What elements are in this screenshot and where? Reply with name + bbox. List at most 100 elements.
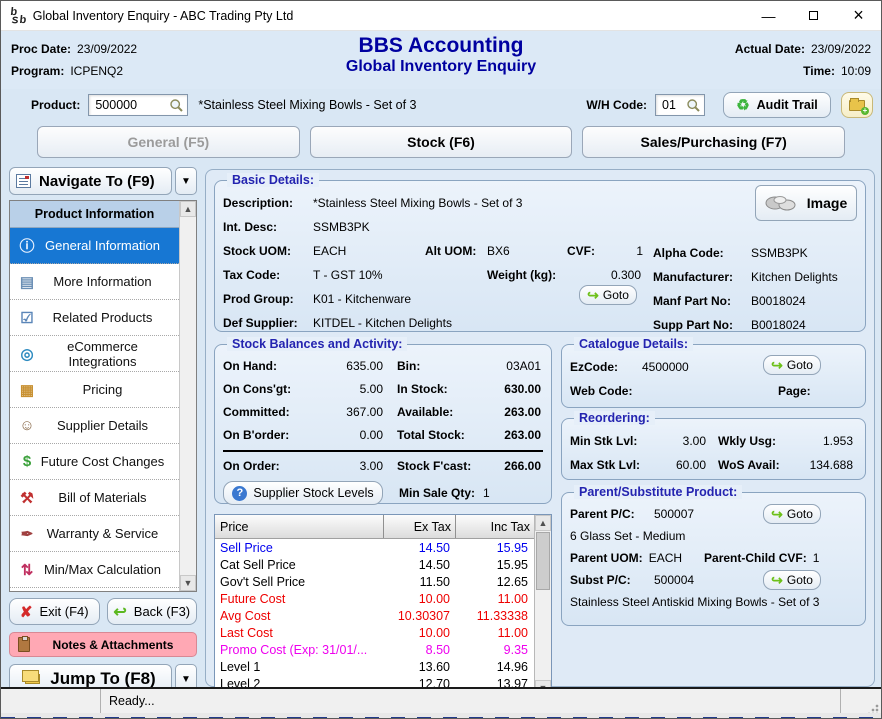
manf-part-value: B0018024 xyxy=(751,289,806,313)
scroll-up-icon[interactable]: ▲ xyxy=(535,515,551,531)
wh-code-input[interactable]: 01 xyxy=(655,94,705,116)
close-button[interactable]: × xyxy=(836,1,881,30)
catalogue-details-title: Catalogue Details: xyxy=(574,337,693,351)
bin-label: Bin: xyxy=(397,355,485,378)
sidebar-item[interactable]: ⇅ Min/Max Calculation xyxy=(10,552,179,588)
audit-trail-label: Audit Trail xyxy=(757,98,818,112)
list-header: Product Information xyxy=(10,201,179,228)
price-table-scrollbar[interactable]: ▲ ▼ xyxy=(534,515,551,696)
manufacturer-label: Manufacturer: xyxy=(653,265,751,289)
sidebar-item[interactable]: ▦ Pricing xyxy=(10,372,179,408)
image-button[interactable]: Image xyxy=(755,185,857,221)
pricing-table-icon: ▦ xyxy=(16,381,38,399)
substitute-goto-button[interactable]: ↪Goto xyxy=(763,570,821,590)
parent-pc-value: 500007 xyxy=(654,503,694,525)
audit-trail-button[interactable]: ♻ Audit Trail xyxy=(723,92,831,118)
maximize-button[interactable] xyxy=(791,1,836,30)
sidebar-item[interactable]: ☑ Related Products xyxy=(10,300,179,336)
product-bar: Product: 500000 *Stainless Steel Mixing … xyxy=(1,89,881,121)
navigate-dropdown-button[interactable]: ▼ xyxy=(175,167,197,195)
exit-label: Exit (F4) xyxy=(39,604,88,619)
parent-child-cvf-value: 1 xyxy=(813,547,820,569)
search-icon[interactable] xyxy=(169,98,184,113)
title-bar: bｓb Global Inventory Enquiry - ABC Tradi… xyxy=(1,1,881,31)
sidebar-item[interactable]: ⓘ General Information xyxy=(10,228,179,264)
on-order-label: On Order: xyxy=(223,455,315,478)
document-plus-icon: ▤ xyxy=(16,273,38,291)
scrollbar-thumb[interactable] xyxy=(536,532,550,590)
scroll-down-icon[interactable]: ▼ xyxy=(180,575,196,591)
wos-avail-label: WoS Avail: xyxy=(718,453,796,477)
sidebar-item[interactable]: ◎ eCommerce Integrations xyxy=(10,336,179,372)
product-input[interactable]: 500000 xyxy=(88,94,188,116)
tax-code-label: Tax Code: xyxy=(223,263,313,287)
alt-uom-label: Alt UOM: xyxy=(425,239,487,263)
sidebar-item[interactable]: ⚒ Bill of Materials xyxy=(10,480,179,516)
on-consgt-value: 5.00 xyxy=(315,378,383,401)
price-table-row[interactable]: Gov't Sell Price 11.50 12.65 xyxy=(215,573,534,590)
search-icon[interactable] xyxy=(686,98,701,113)
app-logo-icon: bｓb xyxy=(9,8,26,24)
price-column-header[interactable]: Price xyxy=(215,515,384,538)
tab-stock[interactable]: Stock (F6) xyxy=(310,126,573,158)
sidebar-item[interactable]: ▤ More Information xyxy=(10,264,179,300)
alt-uom-value: BX6 xyxy=(487,239,567,263)
price-table-row[interactable]: Promo Cost (Exp: 31/01/... 8.50 9.35 xyxy=(215,641,534,658)
inc-tax-column-header[interactable]: Inc Tax xyxy=(456,520,534,534)
navigation-list: Product Information ⓘ General Informatio… xyxy=(9,200,197,592)
page-label: Page: xyxy=(778,379,811,403)
price-table-row[interactable]: Sell Price 14.50 15.95 xyxy=(215,539,534,556)
price-table-row[interactable]: Future Cost 10.00 11.00 xyxy=(215,590,534,607)
description-label: Description: xyxy=(223,191,313,215)
stock-uom-label: Stock UOM: xyxy=(223,239,313,263)
price-table-header[interactable]: Price Ex Tax Inc Tax xyxy=(215,515,534,539)
navigate-to-button[interactable]: Navigate To (F9) xyxy=(9,167,172,195)
wkly-usg-label: Wkly Usg: xyxy=(718,429,796,453)
supp-part-value: B0018024 xyxy=(751,313,806,337)
tab-general[interactable]: General (F5) xyxy=(37,126,300,158)
catalogue-goto-button[interactable]: ↪ Goto xyxy=(763,355,821,375)
supplier-stock-levels-button[interactable]: ? Supplier Stock Levels xyxy=(223,481,383,505)
minimize-button[interactable]: — xyxy=(746,1,791,30)
product-description: *Stainless Steel Mixing Bowls - Set of 3 xyxy=(198,98,416,112)
stock-uom-value: EACH xyxy=(313,239,425,263)
cvf-label: CVF: xyxy=(567,239,607,263)
notes-attachments-button[interactable]: Notes & Attachments xyxy=(9,632,197,657)
status-message: Ready... xyxy=(101,689,841,713)
price-table-row[interactable]: Level 1 13.60 14.96 xyxy=(215,658,534,675)
sidebar-item[interactable]: $ Future Cost Changes xyxy=(10,444,179,480)
parent-child-cvf-label: Parent-Child CVF: xyxy=(704,547,807,569)
status-cell xyxy=(1,689,101,713)
exit-button[interactable]: ✘ Exit (F4) xyxy=(9,598,100,625)
parent-goto-button[interactable]: ↪Goto xyxy=(763,504,821,524)
manufacturer-value: Kitchen Delights xyxy=(751,265,838,289)
tab-sales-purchasing[interactable]: Sales/Purchasing (F7) xyxy=(582,126,845,158)
ex-tax-column-header[interactable]: Ex Tax xyxy=(384,515,456,538)
goto-label: Goto xyxy=(787,358,813,372)
max-stk-value: 60.00 xyxy=(654,453,706,477)
price-table: Price Ex Tax Inc Tax Sell Price 14.50 15… xyxy=(214,514,552,697)
app-window: bｓb Global Inventory Enquiry - ABC Tradi… xyxy=(0,0,882,719)
scroll-up-icon[interactable]: ▲ xyxy=(180,201,196,217)
subst-pc-value: 500004 xyxy=(654,569,694,591)
price-table-row[interactable]: Last Cost 10.00 11.00 xyxy=(215,624,534,641)
int-desc-value: SSMB3PK xyxy=(313,215,370,239)
checklist-icon: ☑ xyxy=(16,309,38,327)
on-order-value: 3.00 xyxy=(315,455,383,478)
time-label: Time: xyxy=(803,64,835,78)
price-table-row[interactable]: Avg Cost 10.30307 11.33338 xyxy=(215,607,534,624)
sidebar-item[interactable]: ✒ Warranty & Service xyxy=(10,516,179,552)
status-bar: Ready... xyxy=(1,687,881,713)
min-stk-label: Min Stk Lvl: xyxy=(570,429,654,453)
supplier-goto-button[interactable]: ↪ Goto xyxy=(579,285,637,305)
bin-value: 03A01 xyxy=(485,355,543,378)
sidebar-scrollbar[interactable]: ▲ ▼ xyxy=(179,201,196,591)
open-folder-button[interactable]: + xyxy=(841,92,873,118)
sidebar-item[interactable]: ☺ Supplier Details xyxy=(10,408,179,444)
available-label: Available: xyxy=(397,401,485,424)
goto-label: Goto xyxy=(603,288,629,302)
price-table-row[interactable]: Cat Sell Price 14.50 15.95 xyxy=(215,556,534,573)
question-icon: ? xyxy=(232,486,247,501)
wos-avail-value: 134.688 xyxy=(796,453,857,477)
back-button[interactable]: ↩ Back (F3) xyxy=(107,598,198,625)
